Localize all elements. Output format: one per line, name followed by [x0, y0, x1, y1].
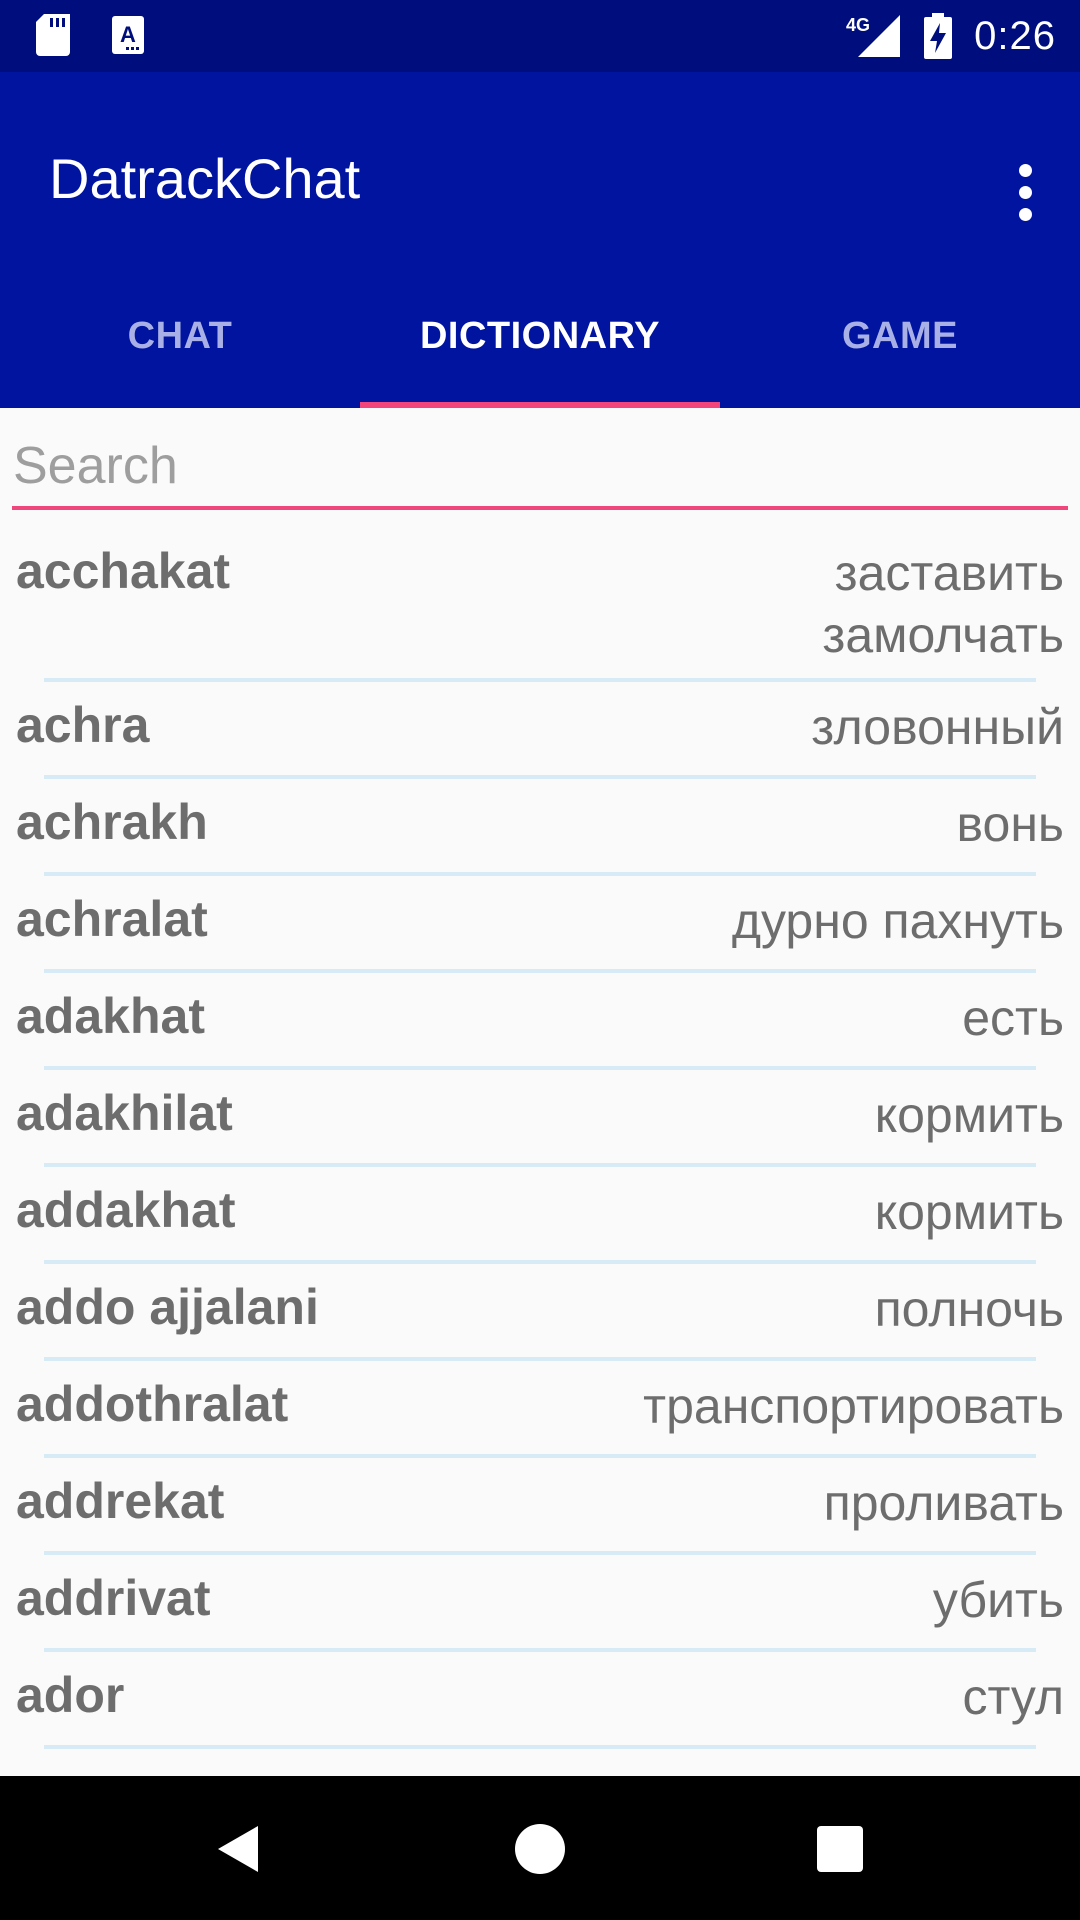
list-item[interactable]: acchakat заставить замолчать — [0, 528, 1080, 682]
entry-translation: заставить замолчать — [822, 545, 1064, 663]
search-field-container — [12, 426, 1068, 510]
divider — [44, 1745, 1036, 1749]
home-icon[interactable] — [511, 1820, 569, 1878]
app-title: DatrackChat — [49, 147, 361, 210]
list-item[interactable]: adakhat есть — [0, 973, 1080, 1070]
list-item[interactable]: ador стул — [0, 1652, 1080, 1749]
entry-translation: зловонный — [811, 699, 1064, 755]
entry-translation: кормить — [874, 1184, 1064, 1240]
back-icon[interactable] — [212, 1820, 270, 1878]
svg-text:A: A — [120, 22, 136, 47]
entry-term: ador — [16, 1667, 125, 1723]
entry-term: acchakat — [16, 543, 231, 599]
status-bar: A 4G 0:26 — [0, 0, 1080, 72]
list-item[interactable]: adakhilat кормить — [0, 1070, 1080, 1167]
entry-term: addrivat — [16, 1570, 211, 1626]
battery-charging-icon — [924, 13, 953, 59]
tab-bar: CHAT DICTIONARY GAME — [0, 264, 1080, 408]
entry-translation: полночь — [874, 1281, 1064, 1337]
more-vert-icon[interactable] — [1000, 152, 1050, 232]
list-item[interactable]: addrivat убить — [0, 1555, 1080, 1652]
network-type-label: 4G — [846, 15, 870, 35]
entry-translation: убить — [932, 1572, 1064, 1628]
signal-4g-icon: 4G — [846, 13, 902, 59]
entry-term: addo ajjalani — [16, 1279, 319, 1335]
list-item[interactable]: achralat дурно пахнуть — [0, 876, 1080, 973]
list-item[interactable]: addothralat транспортировать — [0, 1361, 1080, 1458]
search-input[interactable] — [12, 426, 1068, 506]
entry-term: achra — [16, 697, 150, 753]
entry-translation: транспортировать — [643, 1378, 1064, 1434]
system-nav-bar — [0, 1776, 1080, 1920]
sd-card-icon — [36, 14, 72, 56]
entry-term: achralat — [16, 891, 208, 947]
list-item[interactable]: achra зловонный — [0, 682, 1080, 779]
tab-game[interactable]: GAME — [720, 264, 1080, 408]
entry-translation: стул — [962, 1669, 1064, 1725]
entry-term: adakhat — [16, 988, 205, 1044]
entry-term: adakhilat — [16, 1085, 233, 1141]
entry-translation: вонь — [956, 796, 1064, 852]
list-item[interactable]: addrekat проливать — [0, 1458, 1080, 1555]
recents-icon[interactable] — [811, 1820, 869, 1878]
tab-dictionary[interactable]: DICTIONARY — [360, 264, 720, 408]
dictionary-list[interactable]: acchakat заставить замолчать achra злово… — [0, 528, 1080, 1749]
entry-term: addothralat — [16, 1376, 289, 1432]
entry-term: addakhat — [16, 1182, 236, 1238]
entry-term: achrakh — [16, 794, 208, 850]
clock: 0:26 — [974, 13, 1056, 58]
tab-chat[interactable]: CHAT — [0, 264, 360, 408]
entry-translation: дурно пахнуть — [731, 893, 1064, 949]
entry-translation: кормить — [874, 1087, 1064, 1143]
entry-translation: есть — [962, 990, 1064, 1046]
list-item[interactable]: addo ajjalani полночь — [0, 1264, 1080, 1361]
list-item[interactable]: achrakh вонь — [0, 779, 1080, 876]
entry-term: addrekat — [16, 1473, 225, 1529]
entry-translation: проливать — [823, 1475, 1064, 1531]
list-item[interactable]: addakhat кормить — [0, 1167, 1080, 1264]
keyboard-a-icon: A — [110, 14, 146, 56]
